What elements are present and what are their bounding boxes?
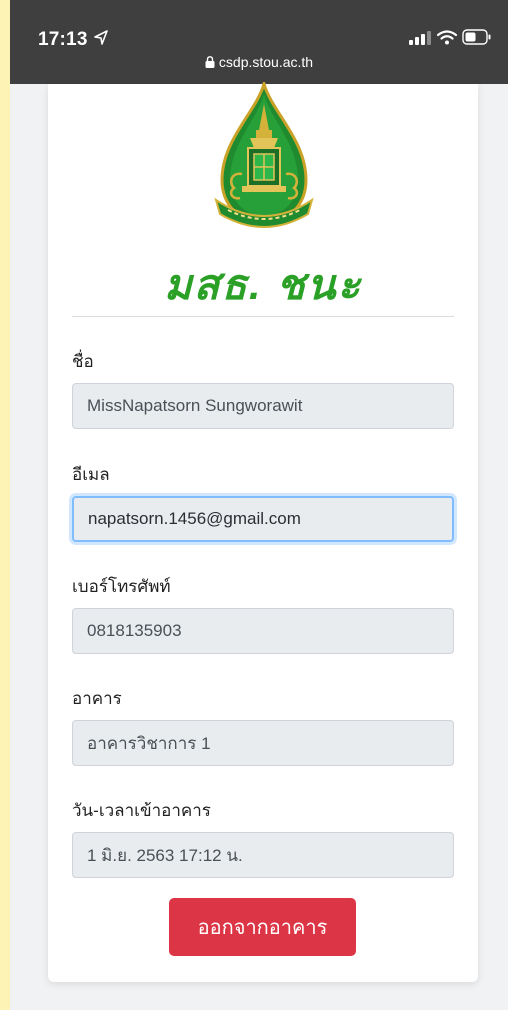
location-arrow-icon xyxy=(94,30,108,45)
university-seal-logo xyxy=(214,82,314,228)
battery-icon xyxy=(462,29,491,45)
building-label: อาคาร xyxy=(72,689,122,708)
email-value: napatsorn.1456@gmail.com xyxy=(88,509,301,528)
name-label: ชื่อ xyxy=(72,352,94,371)
phone-field[interactable]: 0818135903 xyxy=(72,608,454,654)
status-bar: 17:13 csdp.stou.ac.th xyxy=(10,0,508,84)
address-bar[interactable]: csdp.stou.ac.th xyxy=(10,54,508,70)
checkin-value: 1 มิ.ย. 2563 17:12 น. xyxy=(87,845,243,865)
email-field[interactable]: napatsorn.1456@gmail.com xyxy=(72,496,454,542)
phone-value: 0818135903 xyxy=(87,621,182,640)
checkin-card: มสธ. ชนะ ชื่อ MissNapatsorn Sungworawit … xyxy=(48,82,478,982)
lock-icon xyxy=(205,56,215,68)
name-field[interactable]: MissNapatsorn Sungworawit xyxy=(72,383,454,429)
name-value: MissNapatsorn Sungworawit xyxy=(87,396,303,415)
checkin-label: วัน-เวลาเข้าอาคาร xyxy=(72,801,211,820)
phone-label: เบอร์โทรศัพท์ xyxy=(72,577,171,596)
building-field[interactable]: อาคารวิชาการ 1 xyxy=(72,720,454,766)
wifi-icon xyxy=(437,30,457,45)
phone-screen: 17:13 csdp.stou.ac.th มสธ. ชนะ ชื่อ Miss… xyxy=(10,0,508,1010)
email-label: อีเมล xyxy=(72,465,110,484)
building-value: อาคารวิชาการ 1 xyxy=(87,733,211,753)
url-text: csdp.stou.ac.th xyxy=(218,54,314,70)
brand-title: มสธ. ชนะ xyxy=(163,261,363,308)
checkin-datetime-field[interactable]: 1 มิ.ย. 2563 17:12 น. xyxy=(72,832,454,878)
status-time: 17:13 xyxy=(38,29,88,50)
divider xyxy=(72,316,454,317)
exit-building-button[interactable]: ออกจากอาคาร xyxy=(169,898,356,956)
cellular-signal-icon xyxy=(409,31,431,45)
